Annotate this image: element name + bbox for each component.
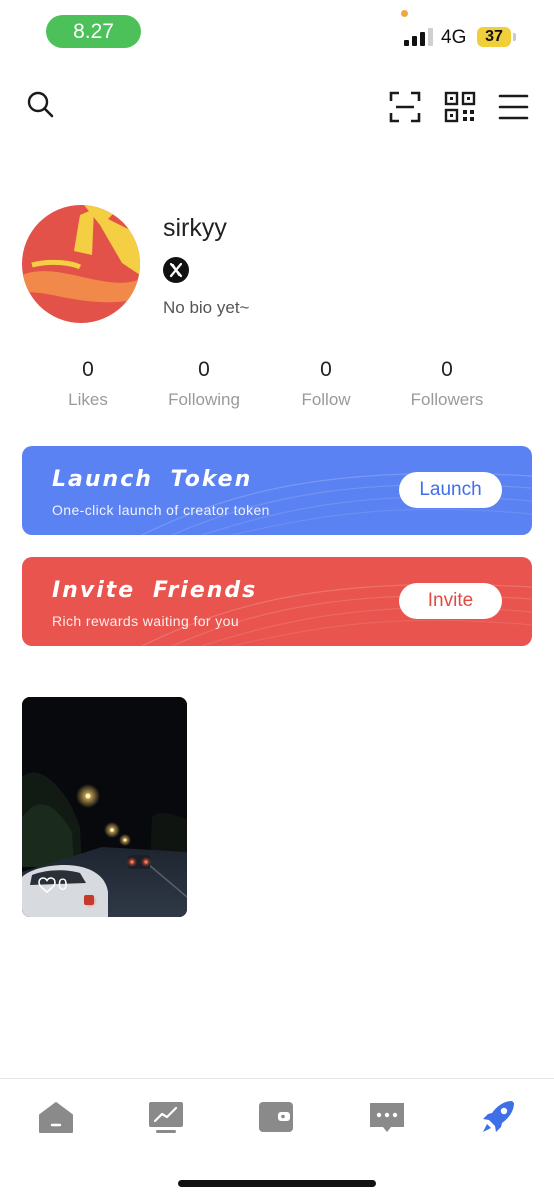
- username: sirkyy: [163, 214, 227, 242]
- stat-value: 0: [441, 358, 453, 381]
- menu-icon[interactable]: [497, 90, 531, 124]
- battery-tip: [513, 33, 516, 41]
- stat-label: Follow: [301, 390, 351, 409]
- signal-icon: [404, 28, 434, 46]
- qr-code-icon[interactable]: [443, 90, 477, 124]
- rocket-icon[interactable]: [478, 1097, 518, 1137]
- stat-value: 0: [82, 358, 94, 381]
- wallet-icon[interactable]: [256, 1097, 296, 1137]
- x-logo-icon[interactable]: [163, 257, 189, 283]
- stat-value: 0: [320, 358, 332, 381]
- market-icon[interactable]: [146, 1097, 186, 1137]
- avatar[interactable]: [22, 205, 140, 323]
- launch-token-banner[interactable]: Launch Token One-click launch of creator…: [22, 446, 532, 535]
- invite-button[interactable]: Invite: [399, 583, 502, 619]
- heart-icon: [38, 877, 56, 893]
- launch-button[interactable]: Launch: [399, 472, 502, 508]
- banner-subtitle: Rich rewards waiting for you: [52, 613, 240, 629]
- stat-label: Following: [168, 390, 240, 409]
- video-likes: 0: [38, 875, 67, 895]
- status-time-pill: 8.27: [46, 15, 141, 48]
- battery-icon: 37: [477, 27, 511, 47]
- stat-followers[interactable]: 0 Followers: [387, 356, 507, 412]
- stat-follow[interactable]: 0 Follow: [266, 356, 386, 412]
- network-type: 4G: [441, 27, 467, 48]
- battery-level: 37: [485, 28, 503, 45]
- messages-icon[interactable]: [367, 1097, 407, 1137]
- privacy-indicator-dot: [401, 10, 408, 17]
- home-indicator: [178, 1180, 376, 1187]
- invite-friends-banner[interactable]: Invite Friends Rich rewards waiting for …: [22, 557, 532, 646]
- home-icon[interactable]: [36, 1097, 76, 1137]
- banner-title: Invite Friends: [52, 578, 258, 603]
- video-thumbnail[interactable]: 0: [22, 697, 187, 917]
- scan-icon[interactable]: [388, 90, 422, 124]
- video-like-count: 0: [58, 875, 68, 894]
- stat-value: 0: [198, 358, 210, 381]
- banner-subtitle: One-click launch of creator token: [52, 502, 270, 518]
- search-icon[interactable]: [24, 88, 58, 122]
- stat-label: Likes: [68, 390, 108, 409]
- bio-text: No bio yet~: [163, 298, 250, 317]
- stat-following[interactable]: 0 Following: [144, 356, 264, 412]
- status-time: 8.27: [73, 20, 114, 43]
- stat-likes[interactable]: 0 Likes: [28, 356, 148, 412]
- stat-label: Followers: [410, 390, 484, 409]
- banner-title: Launch Token: [52, 467, 253, 492]
